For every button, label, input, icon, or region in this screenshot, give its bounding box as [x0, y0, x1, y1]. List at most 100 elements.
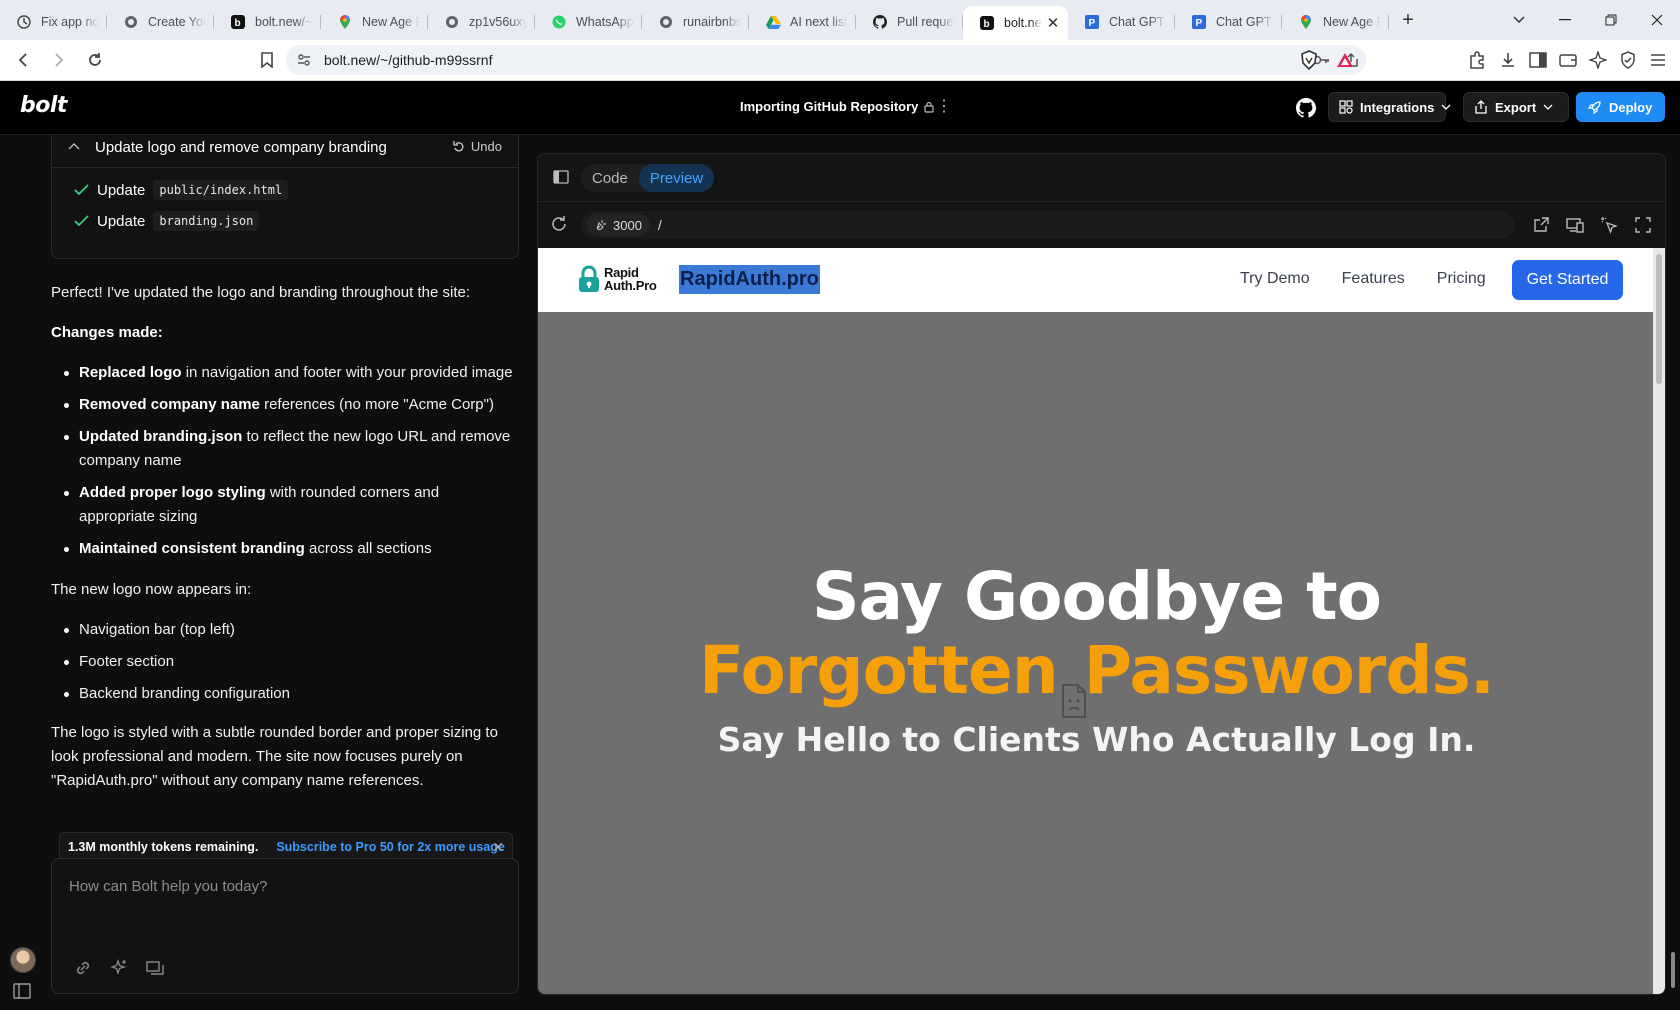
- fullscreen-icon[interactable]: [1633, 215, 1653, 235]
- project-title[interactable]: Importing GitHub Repository: [740, 99, 934, 114]
- p-icon: P: [1084, 14, 1100, 30]
- undo-button[interactable]: Undo: [453, 139, 502, 154]
- forward-button[interactable]: [44, 45, 74, 75]
- wallet-icon[interactable]: [1553, 45, 1583, 75]
- globe-icon: [444, 14, 460, 30]
- leo-ai-icon[interactable]: [1583, 45, 1613, 75]
- attach-link-icon[interactable]: [72, 957, 94, 979]
- export-icon: [1474, 100, 1488, 114]
- back-button[interactable]: [8, 45, 38, 75]
- project-more-icon[interactable]: ⋮: [936, 96, 953, 116]
- site-menu-item[interactable]: Pricing: [1437, 270, 1486, 288]
- github-icon[interactable]: [1292, 94, 1320, 122]
- preview-panel: Code Preview 3000 / Rapid Auth.Pro Rapid…: [537, 153, 1666, 995]
- panel-toggle-icon[interactable]: [553, 170, 569, 187]
- export-button[interactable]: Export: [1463, 92, 1569, 122]
- close-window-button[interactable]: [1634, 0, 1680, 40]
- restore-button[interactable]: [1588, 0, 1634, 40]
- action-step-verb: Update: [97, 181, 146, 199]
- site-menu-item[interactable]: Features: [1342, 270, 1405, 288]
- change-item: Replaced logo in navigation and footer w…: [51, 361, 516, 385]
- svg-text:b: b: [235, 18, 241, 29]
- close-icon[interactable]: ✕: [492, 839, 504, 856]
- tab-code[interactable]: Code: [581, 164, 639, 192]
- open-new-tab-icon[interactable]: [1531, 215, 1551, 235]
- appears-heading: The new logo now appears in:: [51, 581, 252, 598]
- window-controls: [1496, 0, 1680, 40]
- deploy-button[interactable]: Deploy: [1576, 92, 1665, 122]
- page-scrollbar[interactable]: [1668, 140, 1678, 1002]
- preview-scrollbar-thumb[interactable]: [1656, 254, 1662, 384]
- change-item-detail: across all sections: [304, 540, 432, 557]
- action-step-file[interactable]: public/index.html: [153, 180, 289, 200]
- padlock-logo-icon: [579, 265, 599, 292]
- action-step: Update branding.json: [74, 211, 260, 231]
- bolt-icon: b: [230, 14, 246, 30]
- browser-tab[interactable]: Create Your: [107, 6, 214, 38]
- inspector-icon[interactable]: [1599, 215, 1619, 235]
- discuss-icon[interactable]: [144, 957, 166, 979]
- browser-tab[interactable]: New Age Fo: [1282, 6, 1389, 38]
- chevron-icon[interactable]: [68, 142, 80, 150]
- browser-tab-strip: Fix app not Create Your b bolt.new/~/ New Ag…: [0, 0, 1680, 40]
- download-icon[interactable]: [1493, 45, 1523, 75]
- action-card: Update logo and remove company branding …: [51, 135, 519, 259]
- site-navbar: Rapid Auth.Pro RapidAuth.pro Try Demo Fea…: [538, 248, 1655, 312]
- browser-tab[interactable]: AI next list: [749, 6, 856, 38]
- bolt-logo[interactable]: bolt: [20, 93, 67, 118]
- vpn-shield-icon[interactable]: [1613, 45, 1643, 75]
- action-step-file[interactable]: branding.json: [153, 211, 260, 231]
- browser-tab[interactable]: WhatsApp: [535, 6, 642, 38]
- tab-search-chevron-icon[interactable]: [1496, 0, 1542, 40]
- close-tab-icon[interactable]: ✕: [1046, 14, 1060, 32]
- brave-shield-icon[interactable]: [1294, 45, 1324, 75]
- chat-input[interactable]: How can Bolt help you today?: [51, 858, 519, 994]
- sidebar-toggle-icon[interactable]: [13, 983, 33, 1003]
- preview-scrollbar[interactable]: [1653, 248, 1665, 994]
- action-card-header[interactable]: Update logo and remove company branding …: [52, 135, 518, 168]
- browser-tab[interactable]: P Chat GPT In: [1175, 6, 1282, 38]
- page-scrollbar-thumb[interactable]: [1671, 952, 1675, 988]
- browser-tab-active[interactable]: b bolt.ne ✕: [963, 6, 1068, 40]
- browser-tab-title: Pull request: [897, 15, 955, 29]
- url-text[interactable]: bolt.new/~/github-m99ssrnf: [324, 52, 492, 68]
- extensions-icon[interactable]: [1462, 45, 1492, 75]
- device-preview-icon[interactable]: [1565, 215, 1585, 235]
- preview-url-bar[interactable]: 3000 /: [581, 211, 1515, 239]
- subscribe-link[interactable]: Subscribe to Pro 50 for 2x more usage: [276, 840, 505, 854]
- integrations-button[interactable]: Integrations: [1328, 92, 1451, 122]
- menu-icon[interactable]: [1643, 45, 1673, 75]
- globe-icon: [123, 14, 139, 30]
- minimize-button[interactable]: [1542, 0, 1588, 40]
- avatar[interactable]: [10, 947, 36, 973]
- get-started-button[interactable]: Get Started: [1512, 260, 1623, 300]
- new-tab-button[interactable]: +: [1393, 5, 1423, 35]
- site-logo-line2: Auth.Pro: [604, 278, 657, 293]
- browser-tab-title: Chat GPT In: [1216, 15, 1274, 29]
- bookmark-icon[interactable]: [252, 45, 282, 75]
- change-item: Removed company name references (no more…: [51, 393, 516, 417]
- tab-preview[interactable]: Preview: [638, 164, 715, 192]
- preview-path[interactable]: /: [658, 217, 662, 233]
- enhance-prompt-icon[interactable]: [108, 957, 130, 979]
- browser-tab[interactable]: b bolt.new/~/: [214, 6, 321, 38]
- port-selector[interactable]: 3000: [587, 214, 650, 236]
- browser-tab[interactable]: zp1v56uxy8: [428, 6, 535, 38]
- site-settings-icon[interactable]: [296, 52, 312, 68]
- browser-tab[interactable]: runairbnbs: [642, 6, 749, 38]
- brave-rewards-icon[interactable]: [1330, 45, 1360, 75]
- browser-tab[interactable]: Pull request: [856, 6, 963, 38]
- maps-pin-icon: [1298, 14, 1314, 30]
- reload-button[interactable]: [80, 45, 110, 75]
- browser-tab[interactable]: New Age Fo: [321, 6, 428, 38]
- browser-tab[interactable]: P Chat GPT In: [1068, 6, 1175, 38]
- preview-reload-icon[interactable]: [550, 215, 568, 236]
- browser-tab-title: runairbnbs: [683, 15, 741, 29]
- browser-tab[interactable]: Fix app not: [0, 6, 107, 38]
- sidebar-icon[interactable]: [1523, 45, 1553, 75]
- site-brand-text[interactable]: RapidAuth.pro: [679, 265, 820, 294]
- site-logo[interactable]: Rapid Auth.Pro: [578, 265, 657, 293]
- change-item: Added proper logo styling with rounded c…: [51, 481, 516, 529]
- site-menu-item[interactable]: Try Demo: [1240, 270, 1310, 288]
- address-bar[interactable]: bolt.new/~/github-m99ssrnf: [286, 45, 1366, 75]
